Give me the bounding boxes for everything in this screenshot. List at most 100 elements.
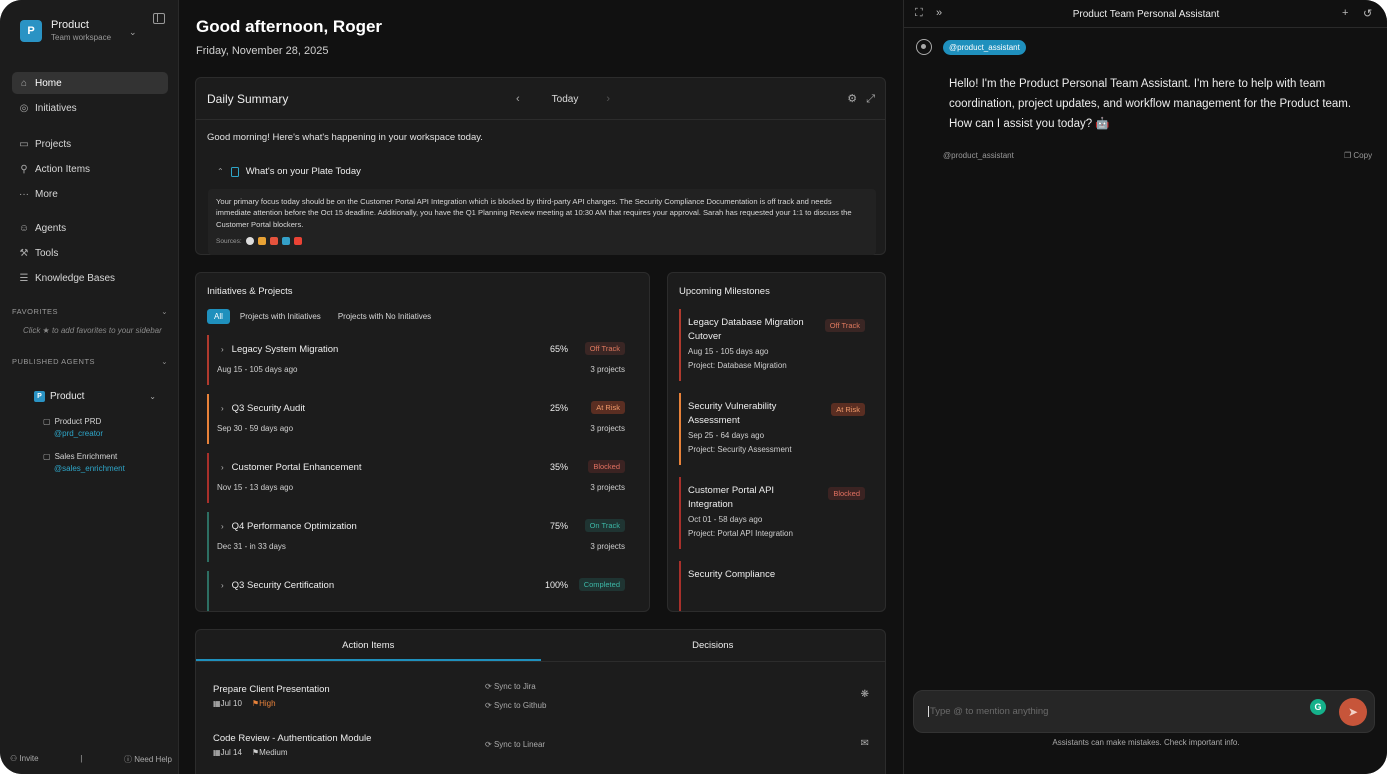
- wrench-icon: ⚒: [19, 247, 29, 259]
- initiative-row[interactable]: › Q4 Performance Optimization 75% On Trac…: [207, 512, 625, 562]
- initiative-row[interactable]: › Q3 Security Audit 25% At Risk Sep 30 - …: [207, 394, 625, 444]
- milestone-row[interactable]: Customer Portal API Integration Blocked …: [679, 477, 875, 549]
- published-agents-section-header[interactable]: PUBLISHED AGENTS ⌄: [12, 357, 168, 366]
- chevron-right-icon[interactable]: ›: [221, 463, 224, 472]
- mail-icon[interactable]: ✉: [861, 738, 869, 749]
- assistant-mention-badge[interactable]: @product_assistant: [943, 40, 1026, 55]
- sidebar-item-more[interactable]: ··· More: [12, 183, 168, 205]
- sync-linear-button[interactable]: ⟳ Sync to Linear: [485, 740, 545, 749]
- source-meet-icon[interactable]: [281, 237, 290, 246]
- sources: Sources:: [216, 236, 302, 247]
- sync-icon: ⟳: [485, 701, 494, 710]
- sidebar-item-label: Action Items: [35, 163, 91, 175]
- workspace-logo: P: [20, 19, 42, 42]
- chevron-right-icon[interactable]: ›: [221, 345, 224, 354]
- agent-item-sales-enrichment[interactable]: ▢ Sales Enrichment @sales_enrichment: [43, 452, 125, 473]
- sync-github-button[interactable]: ⟳ Sync to Github: [485, 701, 546, 710]
- plate-section-header[interactable]: ⌃ What's on your Plate Today: [217, 166, 361, 177]
- chevron-left-icon[interactable]: ‹: [516, 93, 520, 105]
- favorites-section-header[interactable]: FAVORITES ⌄: [12, 307, 168, 316]
- calendar-icon: ▦: [213, 699, 221, 708]
- gear-icon[interactable]: ⚙: [847, 93, 857, 105]
- chevron-right-icon[interactable]: ›: [221, 581, 224, 590]
- plate-title: What's on your Plate Today: [245, 166, 361, 177]
- help-icon: ⓘ: [123, 755, 135, 764]
- grammarly-icon[interactable]: G: [1310, 699, 1326, 715]
- slack-icon[interactable]: ❋: [861, 689, 869, 700]
- source-figma-icon[interactable]: [269, 237, 278, 246]
- filter-all[interactable]: All: [207, 309, 230, 324]
- initiative-progress: 75%: [549, 521, 568, 531]
- send-button[interactable]: ➤: [1339, 698, 1367, 726]
- milestone-name: Legacy Database Migration Cutover: [688, 317, 804, 342]
- source-slack-icon[interactable]: [257, 237, 266, 246]
- daily-summary-intro: Good morning! Here's what's happening in…: [207, 132, 483, 143]
- initiative-row[interactable]: › Q3 Security Certification 100% Complete…: [207, 571, 625, 611]
- sidebar-item-label: More: [35, 188, 58, 200]
- sidebar-item-projects[interactable]: ▭ Projects: [12, 133, 168, 155]
- sidebar-item-tools[interactable]: ⚒ Tools: [12, 242, 168, 264]
- chat-icon: ▢: [43, 452, 51, 461]
- sync-jira-button[interactable]: ⟳ Sync to Jira: [485, 682, 536, 691]
- action-item-date: Jul 14: [220, 748, 242, 757]
- invite-button[interactable]: ⚇ Invite: [10, 754, 39, 765]
- assistant-message: Hello! I'm the Product Personal Team Ass…: [949, 78, 1352, 130]
- initiative-project-count: 3 projects: [590, 542, 625, 551]
- initiative-name: Customer Portal Enhancement: [231, 462, 362, 473]
- published-group-product[interactable]: P Product ⌄: [34, 391, 156, 402]
- source-notion-icon[interactable]: [245, 237, 254, 246]
- sidebar-item-agents[interactable]: ☺ Agents: [12, 217, 168, 239]
- folder-icon: ▭: [19, 138, 29, 150]
- message-author: @product_assistant: [943, 151, 1014, 160]
- status-badge: Off Track: [824, 319, 865, 332]
- tab-decisions[interactable]: Decisions: [541, 630, 886, 661]
- filter-no-initiatives[interactable]: Projects with No Initiatives: [331, 309, 438, 324]
- plus-icon[interactable]: +: [1342, 7, 1348, 19]
- sidebar-item-initiatives[interactable]: ◎ Initiatives: [12, 97, 168, 119]
- milestone-row[interactable]: Security Compliance: [679, 561, 875, 611]
- milestones-title: Upcoming Milestones: [679, 286, 770, 297]
- chevron-down-icon: ⌄: [149, 392, 156, 401]
- divider: |: [80, 754, 83, 763]
- sidebar-item-home[interactable]: ⌂ Home: [12, 72, 168, 94]
- expand-icon[interactable]: ⤢: [866, 93, 875, 105]
- chat-input-placeholder: Type @ to mention anything: [928, 706, 1049, 717]
- assistant-avatar: [916, 39, 932, 55]
- chevron-right-icon[interactable]: ›: [606, 93, 610, 105]
- chevron-down-icon[interactable]: ⌄: [129, 27, 137, 38]
- status-badge: Off Track: [584, 342, 625, 355]
- app-window: P Product Team workspace ⌄ ⌂ Home ◎ Init…: [0, 0, 1387, 774]
- database-icon: ☰: [19, 272, 29, 284]
- sidebar-item-action-items[interactable]: ⚲ Action Items: [12, 158, 168, 180]
- sidebar-item-knowledge-bases[interactable]: ☰ Knowledge Bases: [12, 267, 168, 289]
- initiative-row[interactable]: › Legacy System Migration 65% Off Track A…: [207, 335, 625, 385]
- milestone-row[interactable]: Security Vulnerability Assessment At Ris…: [679, 393, 875, 465]
- action-tabs: Action Items Decisions: [196, 630, 885, 662]
- tab-action-items[interactable]: Action Items: [196, 630, 541, 661]
- sidebar-footer: ⚇ Invite | ⓘ Need Help: [10, 754, 172, 765]
- workspace-switcher[interactable]: P Product Team workspace: [20, 19, 111, 42]
- help-button[interactable]: ⓘ Need Help: [124, 754, 172, 765]
- calendar-icon: ▦: [213, 748, 221, 757]
- initiatives-title: Initiatives & Projects: [207, 286, 293, 297]
- initiative-row[interactable]: › Customer Portal Enhancement 35% Blocked…: [207, 453, 625, 503]
- page-title: Good afternoon, Roger: [196, 17, 383, 36]
- chevron-up-icon: ⌃: [217, 167, 224, 176]
- chevron-right-icon[interactable]: ›: [221, 522, 224, 531]
- filter-with-initiatives[interactable]: Projects with Initiatives: [233, 309, 328, 324]
- sync-icon: ⟳: [485, 682, 494, 691]
- action-item-date: Jul 10: [220, 699, 242, 708]
- milestones-card: Upcoming Milestones Legacy Database Migr…: [667, 272, 886, 612]
- copy-button[interactable]: ❐ Copy: [1344, 151, 1372, 160]
- priority-label: High: [259, 699, 276, 708]
- home-icon: ⌂: [20, 77, 28, 89]
- chat-input[interactable]: Type @ to mention anything G ➤: [913, 690, 1375, 733]
- sources-label: Sources:: [216, 237, 242, 245]
- history-icon[interactable]: ↺: [1363, 7, 1372, 20]
- agent-item-product-prd[interactable]: ▢ Product PRD @prd_creator: [43, 417, 103, 438]
- day-navigator: ‹ Today ›: [516, 93, 610, 105]
- chevron-right-icon[interactable]: ›: [221, 404, 224, 413]
- milestone-row[interactable]: Legacy Database Migration Cutover Off Tr…: [679, 309, 875, 381]
- source-gmail-icon[interactable]: [293, 237, 302, 246]
- sidebar-toggle-icon[interactable]: [153, 13, 165, 24]
